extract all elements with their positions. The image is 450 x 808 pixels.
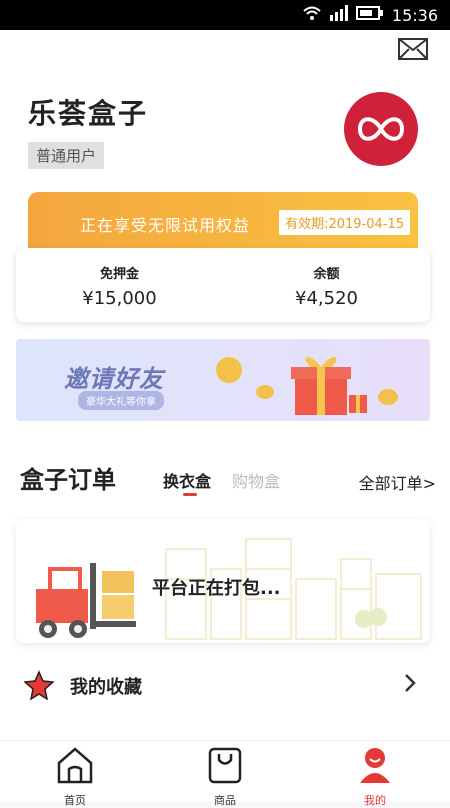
orders-section-title: 盒子订单: [20, 466, 116, 494]
home-icon: [55, 745, 95, 788]
infinity-logo-icon[interactable]: [344, 92, 418, 166]
deposit-free-column[interactable]: 免押金 ¥15,000: [16, 248, 223, 322]
gift-box-icon: [291, 347, 371, 421]
battery-icon: [355, 5, 384, 25]
coin-icon: [378, 389, 398, 405]
balance-column[interactable]: 余额 ¥4,520: [223, 248, 430, 322]
status-bar: 15:36: [0, 0, 450, 30]
star-icon: [23, 670, 55, 704]
user-level-badge: 普通用户: [28, 142, 105, 169]
tab-products-label: 商品: [214, 794, 236, 807]
profile-page: 乐荟盒子 普通用户 正在享受无限试用权益 有效期:2019-04-15 免押金 …: [0, 30, 450, 740]
favorites-label: 我的收藏: [70, 677, 142, 698]
balance-label: 余额: [313, 267, 340, 282]
validity-badge: 有效期:2019-04-15: [279, 210, 410, 235]
wifi-icon: [302, 5, 322, 25]
tab-clothes-box[interactable]: 换衣盒: [163, 468, 211, 492]
all-orders-link[interactable]: 全部订单>: [359, 470, 436, 494]
promo-text: 正在享受无限试用权益: [80, 216, 251, 235]
signal-icon: [329, 5, 348, 25]
tab-home[interactable]: 首页: [0, 741, 150, 807]
tab-mine[interactable]: 我的: [300, 741, 450, 807]
tab-products[interactable]: 商品: [150, 741, 300, 807]
balance-card: 免押金 ¥15,000 余额 ¥4,520: [16, 248, 430, 322]
invite-banner[interactable]: 邀请好友 豪华大礼等你拿: [16, 339, 430, 421]
forklift-icon: [36, 559, 146, 643]
tab-home-label: 首页: [64, 794, 86, 807]
page-title: 乐荟盒子: [28, 97, 149, 130]
status-time: 15:36: [391, 5, 438, 25]
invite-subtitle: 豪华大礼等你拿: [78, 391, 164, 410]
deposit-free-value: ¥15,000: [82, 288, 157, 309]
balance-value: ¥4,520: [295, 288, 358, 309]
deposit-free-label: 免押金: [99, 267, 139, 282]
tab-mine-label: 我的: [364, 794, 386, 807]
coin-icon: [256, 385, 274, 399]
user-icon: [355, 745, 395, 788]
shopping-bag-icon: [205, 745, 245, 788]
order-status-text: 平台正在打包...: [152, 578, 281, 599]
tab-shopping-box[interactable]: 购物盒: [232, 468, 280, 492]
bottom-tab-bar: 首页 商品 我的: [0, 740, 450, 807]
invite-title: 邀请好友: [64, 365, 164, 393]
coin-icon: [216, 357, 242, 383]
mail-icon[interactable]: [398, 38, 428, 60]
active-tab-indicator: [183, 493, 197, 496]
order-status-card[interactable]: 平台正在打包...: [16, 519, 430, 643]
favorites-row[interactable]: 我的收藏: [23, 670, 424, 701]
chevron-right-icon: [404, 673, 416, 698]
